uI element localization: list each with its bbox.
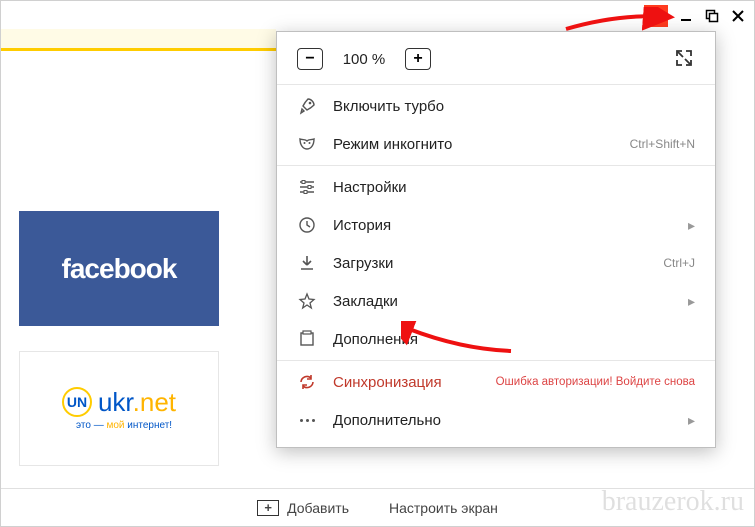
download-icon [297,253,317,273]
address-bar[interactable] [1,29,276,51]
menu-item-more[interactable]: Дополнительно ▸ [277,401,715,439]
tile-ukrnet[interactable]: UN ukr.net это — мой интернет! [19,351,219,466]
sync-error-text: Ошибка авторизации! Войдите снова [496,376,695,388]
customize-screen-button[interactable]: Настроить экран [389,500,498,516]
mask-icon [297,134,317,154]
bottom-bar: + Добавить Настроить экран [1,488,754,526]
menu-label: Дополнительно [333,412,672,429]
separator [277,84,715,85]
ukrnet-slogan: это — мой интернет! [56,420,172,431]
ukrnet-logo: UN ukr.net [62,387,176,418]
zoom-out-button[interactable]: − [297,48,323,70]
menu-item-bookmarks[interactable]: Закладки ▸ [277,282,715,320]
menu-item-incognito[interactable]: Режим инкогнито Ctrl+Shift+N [277,125,715,163]
menu-label: Загрузки [333,255,647,272]
menu-item-sync[interactable]: Синхронизация Ошибка авторизации! Войдит… [277,363,715,401]
main-menu: − 100 % + Включить турбо Режим инкогнито… [276,31,716,448]
star-icon [297,291,317,311]
sliders-icon [297,177,317,197]
menu-label: Дополнения [333,331,695,348]
menu-icon[interactable] [644,5,668,27]
titlebar [1,1,754,29]
menu-item-history[interactable]: История ▸ [277,206,715,244]
separator [277,360,715,361]
menu-label: Режим инкогнито [333,136,614,153]
more-icon [297,410,317,430]
add-tile-button[interactable]: + Добавить [257,500,349,516]
menu-label: Закладки [333,293,672,310]
separator [277,165,715,166]
shortcut-hint: Ctrl+J [663,256,695,270]
menu-label: Синхронизация [333,374,480,391]
sync-icon [297,372,317,392]
menu-label: Включить турбо [333,98,695,115]
menu-item-extensions[interactable]: Дополнения [277,320,715,358]
maximize-icon[interactable] [704,8,720,24]
fullscreen-icon[interactable] [675,49,695,69]
plus-icon: + [257,500,279,516]
tile-facebook[interactable]: facebook [19,211,219,326]
history-icon [297,215,317,235]
zoom-row: − 100 % + [277,40,715,82]
extensions-icon [297,329,317,349]
zoom-in-button[interactable]: + [405,48,431,70]
minimize-icon[interactable] [678,8,694,24]
close-icon[interactable] [730,8,746,24]
rocket-icon [297,96,317,116]
menu-label: История [333,217,672,234]
menu-item-settings[interactable]: Настройки [277,168,715,206]
menu-label: Настройки [333,179,695,196]
menu-item-downloads[interactable]: Загрузки Ctrl+J [277,244,715,282]
window-controls [644,5,746,27]
shortcut-hint: Ctrl+Shift+N [630,137,695,151]
customize-label: Настроить экран [389,500,498,516]
address-bar-region [1,29,276,61]
menu-item-turbo[interactable]: Включить турбо [277,87,715,125]
facebook-logo-text: facebook [62,253,177,285]
chevron-right-icon: ▸ [688,412,695,429]
chevron-right-icon: ▸ [688,217,695,234]
ukrnet-badge-icon: UN [62,387,92,417]
chevron-right-icon: ▸ [688,293,695,310]
ukrnet-text: ukr.net [98,387,176,418]
zoom-value: 100 % [337,51,391,68]
add-label: Добавить [287,500,349,516]
